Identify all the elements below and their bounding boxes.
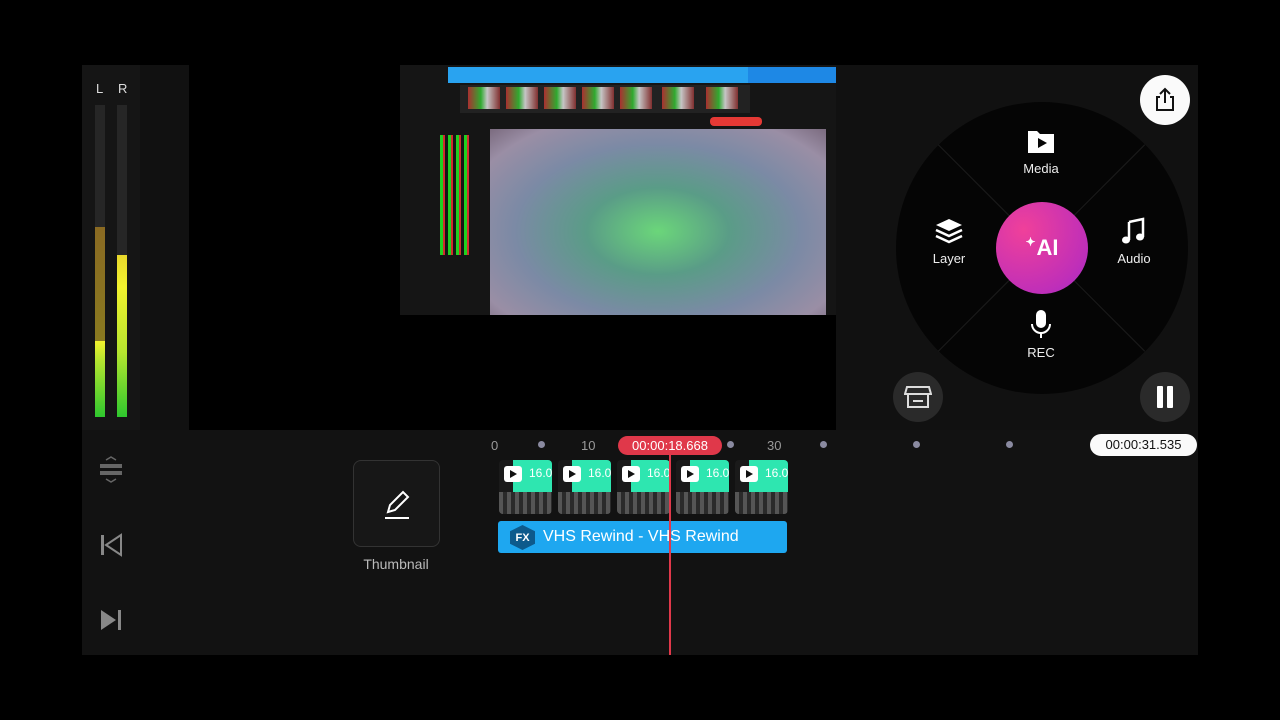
preview-glitch-thumb [620, 87, 652, 109]
preview-footage [490, 129, 826, 315]
meter-left-fill [95, 226, 105, 417]
meter-right-label: R [118, 81, 128, 96]
preview-glitch-lines [440, 135, 470, 255]
media-label: Media [1023, 161, 1059, 176]
layer-button[interactable]: Layer [909, 217, 989, 266]
clip-number: 16.0 [765, 466, 788, 480]
rec-button[interactable]: REC [1001, 309, 1081, 360]
asset-store-button[interactable] [893, 372, 943, 422]
preview-frame [400, 65, 836, 315]
video-preview[interactable] [189, 65, 836, 430]
clip-play-icon [622, 466, 640, 482]
video-editor: L R Media Layer Audio REC ✦ AI 0 10 30 0… [0, 0, 1280, 720]
clip-play-icon [504, 466, 522, 482]
ruler-dot [727, 441, 734, 448]
jump-to-start-button[interactable] [96, 530, 126, 560]
skip-forward-icon [101, 610, 121, 630]
video-clip-frame[interactable]: 16.0 [499, 460, 552, 514]
clip-play-icon [740, 466, 758, 482]
ruler-dot [820, 441, 827, 448]
track-height-icon [100, 456, 122, 483]
media-button[interactable]: Media [1001, 127, 1081, 176]
pause-button[interactable] [1140, 372, 1190, 422]
store-icon [904, 386, 932, 408]
meter-left-bar [95, 105, 105, 417]
thumbnail-button[interactable] [353, 460, 440, 547]
preview-glitch-bar-2 [448, 67, 748, 83]
rec-label: REC [1027, 345, 1055, 360]
clip-waveform [676, 492, 729, 514]
preview-glitch-thumb [662, 87, 694, 109]
clip-play-icon [681, 466, 699, 482]
microphone-icon [1031, 310, 1051, 338]
total-duration: 00:00:31.535 [1090, 434, 1197, 456]
clip-number: 16.0 [706, 466, 729, 480]
clip-waveform [617, 492, 670, 514]
clip-number: 16.0 [588, 466, 611, 480]
pencil-icon [384, 490, 409, 519]
clip-waveform [499, 492, 552, 514]
pause-icon [1157, 386, 1173, 408]
preview-glitch-thumb [468, 87, 500, 109]
video-clip-frame[interactable]: 16.0 [617, 460, 670, 514]
preview-glitch-thumb [544, 87, 576, 109]
ruler-dot [913, 441, 920, 448]
audio-meter: L R [82, 65, 140, 430]
ai-button[interactable]: ✦ AI [996, 202, 1088, 294]
clip-waveform [735, 492, 788, 514]
meter-left-label: L [96, 81, 104, 96]
clip-play-icon [563, 466, 581, 482]
music-note-icon [1122, 217, 1145, 244]
ruler-dot [538, 441, 545, 448]
audio-label: Audio [1117, 251, 1151, 266]
video-clip-frame[interactable]: 16.0 [735, 460, 788, 514]
video-clip-frame[interactable]: 16.0 [676, 460, 729, 514]
clip-number: 16.0 [529, 466, 552, 480]
ai-label: AI [1036, 235, 1059, 260]
preview-glitch-thumb [506, 87, 538, 109]
video-clip-frame[interactable]: 16.0 [558, 460, 611, 514]
ruler-label: 0 [491, 438, 499, 453]
preview-glitch-thumb [706, 87, 738, 109]
playhead-overlay [669, 454, 671, 655]
preview-glitch-chip [710, 117, 762, 126]
ruler-label: 30 [767, 438, 782, 453]
clip-number: 16.0 [647, 466, 670, 480]
skip-back-icon [101, 533, 122, 557]
track-height-button[interactable] [96, 455, 126, 485]
media-folder-icon [1028, 131, 1054, 153]
share-icon [1156, 87, 1174, 111]
meter-right-fill [117, 254, 127, 417]
ai-sparkle-icon: ✦ [1025, 235, 1036, 249]
effect-clip-label: VHS Rewind - VHS Rewind [543, 528, 739, 545]
layers-icon [935, 219, 963, 244]
ruler-label: 10 [581, 438, 596, 453]
audio-button[interactable]: Audio [1094, 217, 1174, 266]
thumbnail-label: Thumbnail [363, 556, 429, 572]
jump-to-end-button[interactable] [96, 605, 126, 635]
export-button[interactable] [1140, 75, 1190, 125]
meter-right-bar [117, 105, 127, 417]
playhead-time[interactable]: 00:00:18.668 [618, 436, 722, 455]
layer-label: Layer [932, 251, 966, 266]
ruler-dot [1006, 441, 1013, 448]
preview-glitch-thumb [582, 87, 614, 109]
clip-waveform [558, 492, 611, 514]
